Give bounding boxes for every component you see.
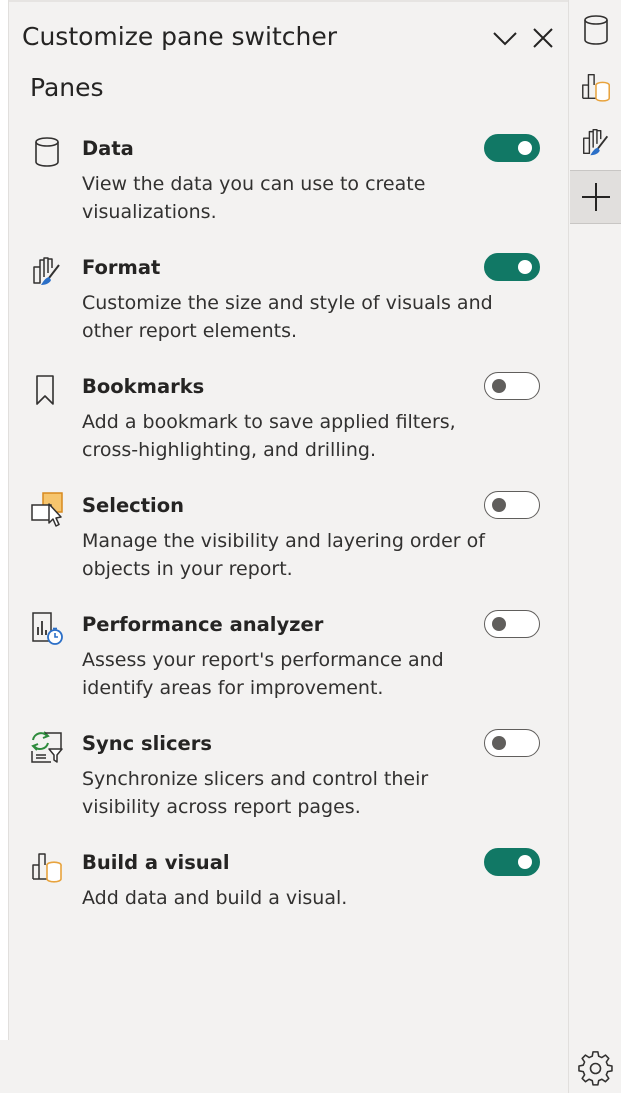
pane-item-label: Performance analyzer [82,613,324,636]
performance-analyzer-pane-toggle[interactable] [484,610,540,638]
customize-pane-switcher-pane: Customize pane switcher Panes Data View … [9,2,568,1093]
pane-item-description: Synchronize slicers and control their vi… [82,768,429,818]
left-canvas-edge [0,0,9,1040]
bookmark-icon [36,375,54,405]
pane-item-description: Add a bookmark to save applied filters, … [82,411,456,461]
pane-header: Customize pane switcher [22,20,562,56]
pane-item-sync-slicers: Sync slicers Synchronize slicers and con… [9,727,568,837]
pane-item-data: Data View the data you can use to create… [9,132,568,242]
chevron-down-icon [493,32,517,46]
pane-item-description: View the data you can use to create visu… [82,173,426,223]
pane-switcher-window: Customize pane switcher Panes Data View … [0,0,621,1093]
format-brush-icon [583,129,609,156]
pane-item-description: Manage the visibility and layering order… [82,530,485,580]
toggle-knob [492,498,506,512]
selection-icon [31,492,63,527]
pane-item-selection: Selection Manage the visibility and laye… [9,489,568,599]
toggle-knob [518,141,532,155]
pane-item-description: Assess your report's performance and ide… [82,649,444,699]
sync-slicers-icon [31,731,63,763]
pane-title: Customize pane switcher [22,22,338,51]
pane-item-performance-analyzer: Performance analyzer Assess your report'… [9,608,568,718]
toggle-knob [492,736,506,750]
database-icon [35,137,59,167]
pane-item-bookmarks: Bookmarks Add a bookmark to save applied… [9,370,568,480]
pane-item-description: Customize the size and style of visuals … [82,292,493,342]
pane-item-label: Bookmarks [82,375,205,398]
data-pane-toggle[interactable] [484,134,540,162]
performance-analyzer-icon [32,612,63,645]
format-brush-icon [33,257,60,285]
bookmarks-pane-toggle[interactable] [484,372,540,400]
pane-item-description: Add data and build a visual. [82,887,348,909]
pane-switcher-rail [568,0,621,1093]
rail-add-pane-button[interactable] [570,170,621,224]
selection-pane-toggle[interactable] [484,491,540,519]
pane-item-label: Data [82,137,134,160]
toggle-knob [518,855,532,869]
pane-item-label: Selection [82,494,185,517]
toggle-knob [492,379,506,393]
gear-icon [578,1051,613,1086]
pane-item-label: Build a visual [82,851,230,874]
toggle-knob [518,260,532,274]
close-icon [533,28,553,48]
add-icon [582,183,610,211]
build-visual-icon [582,73,610,102]
build-visual-icon [32,853,62,883]
section-title-panes: Panes [30,73,104,102]
rail-data-button[interactable] [570,4,621,56]
toggle-knob [492,617,506,631]
sync-slicers-pane-toggle[interactable] [484,729,540,757]
format-pane-toggle[interactable] [484,253,540,281]
rail-settings-button[interactable] [570,1045,621,1093]
build-a-visual-pane-toggle[interactable] [484,848,540,876]
rail-format-button[interactable] [570,116,621,168]
pane-item-label: Format [82,256,161,279]
database-icon [584,15,608,45]
close-button[interactable] [529,24,557,52]
collapse-button[interactable] [491,24,519,52]
pane-item-format: Format Customize the size and style of v… [9,251,568,361]
rail-build-visual-button[interactable] [570,60,621,112]
pane-item-label: Sync slicers [82,732,212,755]
pane-item-build-a-visual: Build a visual Add data and build a visu… [9,846,568,956]
